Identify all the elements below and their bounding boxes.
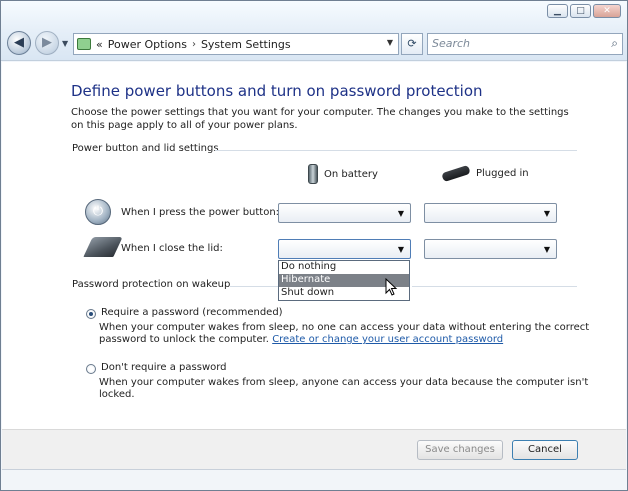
power-button-icon: ⏻ (85, 199, 111, 225)
power-plug-icon (441, 164, 471, 183)
password-group-divider (230, 286, 278, 287)
title-bar: ▁ □ ✕ ◀ ▶ ▼ « Power Options › System Set… (1, 1, 627, 61)
cancel-button[interactable]: Cancel (512, 440, 578, 460)
no-password-option[interactable]: Don't require a password (86, 362, 227, 374)
chevron-down-icon: ▼ (543, 245, 550, 254)
plugged-in-label: Plugged in (476, 168, 529, 179)
require-password-desc-line1: When your computer wakes from sleep, no … (99, 322, 590, 333)
power-group-divider (215, 150, 577, 151)
no-password-label[interactable]: Don't require a password (101, 362, 227, 374)
power-button-plugged-select[interactable]: ▼ (424, 203, 557, 223)
password-group-divider-right (412, 286, 577, 287)
power-group-label: Power button and lid settings (72, 143, 219, 154)
no-password-desc-line1: When your computer wakes from sleep, any… (99, 377, 589, 388)
require-password-option[interactable]: Require a password (recommended) (86, 307, 283, 319)
password-group-label: Password protection on wakeup (72, 279, 231, 290)
close-lid-label: When I close the lid: (121, 243, 223, 254)
maximize-icon[interactable]: □ (570, 4, 591, 18)
minimize-icon[interactable]: ▁ (547, 4, 568, 18)
no-password-desc-line2: locked. (99, 389, 135, 400)
forward-button[interactable]: ▶ (35, 31, 59, 55)
breadcrumb-separator[interactable]: › (192, 39, 196, 50)
require-password-desc: When your computer wakes from sleep, no … (99, 322, 589, 346)
page-description: Choose the power settings that you want … (71, 107, 569, 131)
chevron-down-icon: ▼ (397, 245, 404, 254)
search-placeholder: Search (432, 37, 471, 50)
close-lid-plugged-select[interactable]: ▼ (424, 239, 557, 259)
control-panel-icon (77, 38, 91, 50)
close-lid-battery-select[interactable]: ▼ (278, 239, 411, 259)
change-password-link[interactable]: Create or change your user account passw… (272, 334, 503, 345)
back-button[interactable]: ◀ (7, 31, 31, 55)
no-password-desc: When your computer wakes from sleep, any… (99, 377, 588, 401)
mouse-cursor-icon (385, 278, 398, 296)
window-controls: ▁ □ ✕ (547, 4, 621, 18)
breadcrumb-prefix[interactable]: « (96, 38, 103, 51)
dropdown-option-do-nothing[interactable]: Do nothing (279, 261, 409, 274)
battery-icon (308, 164, 318, 184)
address-dropdown-icon[interactable]: ▼ (387, 38, 393, 47)
no-password-radio[interactable] (86, 364, 96, 374)
dialog-footer: Save changes Cancel (2, 429, 626, 469)
control-panel-window: ▁ □ ✕ ◀ ▶ ▼ « Power Options › System Set… (0, 0, 628, 491)
laptop-lid-icon (83, 237, 123, 257)
column-on-battery: On battery (308, 164, 378, 184)
power-button-label: When I press the power button: (121, 207, 280, 218)
address-bar[interactable]: « Power Options › System Settings ▼ (73, 33, 399, 55)
require-password-label[interactable]: Require a password (recommended) (101, 307, 283, 319)
chevron-down-icon: ▼ (543, 209, 550, 218)
breadcrumb-system-settings[interactable]: System Settings (201, 38, 291, 51)
require-password-radio[interactable] (86, 309, 96, 319)
refresh-button[interactable]: ⟳ (401, 33, 423, 55)
main-content: Define power buttons and turn on passwor… (2, 62, 626, 429)
breadcrumb-power-options[interactable]: Power Options (108, 38, 187, 51)
recent-pages-chevron-icon[interactable]: ▼ (62, 39, 68, 48)
require-password-desc-line2: password to unlock the computer. (99, 334, 269, 345)
on-battery-label: On battery (324, 168, 378, 180)
page-title: Define power buttons and turn on passwor… (71, 82, 483, 100)
close-icon[interactable]: ✕ (593, 4, 621, 18)
status-bar (2, 469, 626, 490)
column-plugged-in: Plugged in (441, 164, 529, 183)
save-changes-button[interactable]: Save changes (417, 440, 503, 460)
search-icon[interactable]: ⌕ (611, 36, 618, 51)
power-button-battery-select[interactable]: ▼ (278, 203, 411, 223)
search-input[interactable]: Search ⌕ (427, 33, 623, 55)
chevron-down-icon: ▼ (397, 209, 404, 218)
